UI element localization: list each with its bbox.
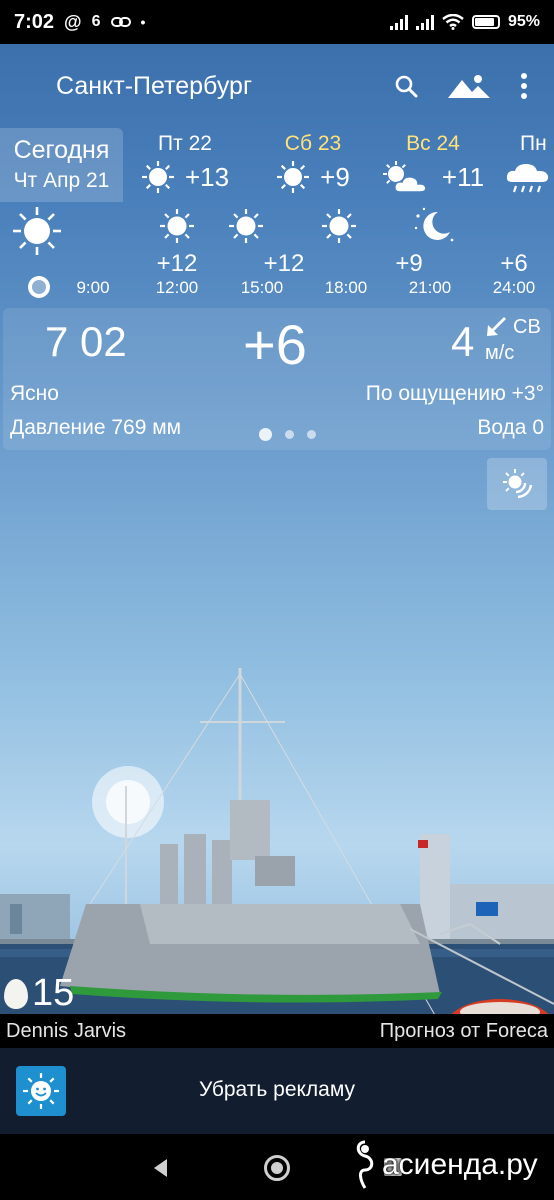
- remove-ads-bar[interactable]: Убрать рекламу: [0, 1048, 554, 1134]
- day-today[interactable]: Сегодня Чт Апр 21: [0, 128, 123, 202]
- current-conditions-card[interactable]: 7 02 +6 4 СВ м/с Ясно По ощущению +3° Да…: [3, 308, 551, 450]
- condition-text: Ясно: [10, 382, 59, 405]
- hour-time: 21:00: [408, 278, 452, 297]
- wind-arrow-icon: [487, 317, 506, 336]
- feels-like: По ощущению +3°: [365, 382, 544, 405]
- page-dot: [307, 430, 316, 439]
- toolbar: Санкт-Петербург: [0, 44, 554, 128]
- page-indicator: [259, 428, 316, 441]
- day-sat[interactable]: Сб 23 +9: [268, 128, 358, 194]
- hour-temp: +12: [156, 250, 198, 277]
- status-time: 7:02: [14, 10, 55, 33]
- current-position-icon: [28, 276, 50, 298]
- watermark-logo-icon: [356, 1140, 374, 1189]
- egg-temperature: 15: [4, 972, 74, 1015]
- today-label: Сегодня: [13, 136, 110, 164]
- hourly-forecast: 9:00 +12 12:00 +12 15:00 18:00 +9 21:00 …: [0, 204, 554, 304]
- notification-count: 6: [91, 13, 101, 30]
- moon-stars-icon: [414, 207, 454, 242]
- forecast-source[interactable]: Прогноз от Foreca: [380, 1020, 548, 1043]
- battery-icon: [471, 15, 500, 29]
- battery-level: 95%: [507, 13, 540, 30]
- sun-icon: [229, 209, 263, 243]
- egg-temp-value: 15: [32, 972, 75, 1014]
- link-icon: [110, 17, 131, 27]
- background-photo: [0, 668, 554, 1048]
- today-date: Чт Апр 21: [13, 169, 110, 192]
- wind-speed: 4: [451, 318, 475, 365]
- sun-radar-icon: [503, 469, 533, 499]
- landscape-icon[interactable]: [448, 74, 490, 98]
- day-name: Пт 22: [158, 132, 212, 155]
- day-name: Вс 24: [406, 132, 460, 155]
- current-temp: +6: [243, 313, 307, 376]
- watermark: асиенда.ру: [352, 1140, 538, 1190]
- sun-icon: [141, 161, 174, 193]
- sun-icon: [322, 209, 356, 243]
- hour-time: 18:00: [324, 278, 368, 297]
- hour-temp: +12: [263, 250, 305, 277]
- sun-icon: [160, 209, 194, 243]
- hour-temp: +9: [395, 250, 423, 277]
- search-icon[interactable]: [394, 74, 418, 98]
- watermark-text: асиенда.ру: [382, 1148, 538, 1181]
- egg-icon: [4, 978, 28, 1009]
- signal-2-icon: [415, 14, 434, 30]
- wind-direction: СВ: [513, 316, 541, 338]
- sun-icon: [277, 161, 310, 193]
- signal-1-icon: [389, 14, 408, 30]
- at-icon: @: [64, 11, 82, 32]
- city-title[interactable]: Санкт-Петербург: [56, 72, 252, 101]
- home-icon[interactable]: [264, 1155, 290, 1181]
- radar-button[interactable]: [487, 458, 547, 510]
- hour-temp: +6: [500, 250, 528, 277]
- page-dot-active: [259, 428, 272, 441]
- day-fri[interactable]: Пт 22 +13: [138, 128, 232, 194]
- day-mon[interactable]: Пн: [506, 128, 554, 196]
- back-icon[interactable]: [152, 1158, 168, 1178]
- day-temp: +11: [441, 161, 485, 192]
- weather-app: Санкт-Петербург Сегодня Чт Апр 21 Пт 22 …: [0, 44, 554, 1048]
- day-name: Сб 23: [284, 132, 342, 155]
- page-dot: [285, 430, 294, 439]
- wifi-icon: [442, 14, 464, 30]
- day-name: Пн: [520, 132, 547, 155]
- water-temp: Вода 0: [477, 416, 544, 439]
- sun-icon: [13, 207, 61, 255]
- photo-credits: Dennis Jarvis Прогноз от Foreca: [0, 1014, 554, 1048]
- day-temp: +9: [320, 161, 350, 192]
- status-bar: 7:02 @ 6 • 95%: [0, 0, 554, 44]
- day-sun[interactable]: Вс 24 +11: [380, 128, 486, 194]
- remove-ads-label: Убрать рекламу: [198, 1078, 356, 1101]
- hour-time: 15:00: [240, 278, 284, 297]
- hour-time: 12:00: [155, 278, 199, 297]
- more-icon[interactable]: [520, 73, 528, 99]
- pressure: Давление 769 мм: [10, 416, 182, 439]
- rain-cloud-icon: [506, 164, 549, 193]
- hour-time: 9:00: [76, 278, 110, 297]
- daily-forecast: Сегодня Чт Апр 21 Пт 22 +13 Сб 23 +9 Вс …: [0, 128, 554, 202]
- sun-cloud-icon: [382, 161, 427, 193]
- current-time: 7 02: [45, 318, 127, 365]
- photo-author[interactable]: Dennis Jarvis: [6, 1020, 126, 1043]
- day-temp: +13: [184, 161, 230, 192]
- hour-time: 24:00: [492, 278, 536, 297]
- wind-unit: м/с: [485, 342, 515, 364]
- dot-icon: •: [140, 14, 146, 30]
